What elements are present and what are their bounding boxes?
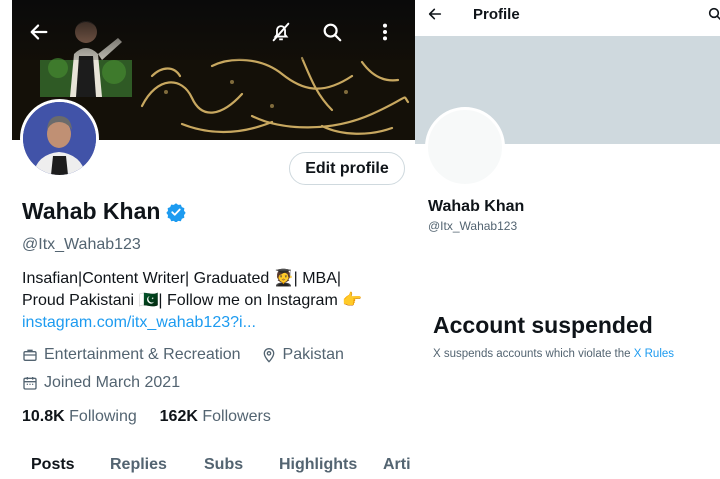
suspended-handle: @Itx_Wahab123	[428, 219, 518, 233]
follow-stats: 10.8K Following 162K Followers	[22, 408, 271, 426]
bio-line-2: Proud Pakistani 🇵🇰| Follow me on Instagr…	[22, 292, 363, 309]
tab-posts[interactable]: Posts	[31, 456, 75, 474]
verified-badge-icon	[166, 202, 187, 222]
suspended-title: Account suspended	[433, 312, 653, 338]
suspended-note-text: X suspends accounts which violate the	[433, 348, 631, 360]
suspended-profile-panel: Profile Wahab Khan @Itx_Wahab123 Account…	[415, 0, 720, 479]
notifications-off-button[interactable]	[266, 17, 296, 47]
screenshot-collage: Edit profile Wahab Khan @Itx_Wahab123 In…	[0, 0, 720, 479]
profile-category[interactable]: Entertainment & Recreation	[44, 346, 241, 364]
profile-handle: @Itx_Wahab123	[22, 236, 141, 253]
profile-location: Pakistan	[282, 346, 344, 363]
profile-joined: Joined March 2021	[44, 374, 181, 391]
vertical-ellipsis-icon	[382, 23, 388, 41]
active-profile-panel: Edit profile Wahab Khan @Itx_Wahab123 In…	[0, 0, 415, 479]
tab-replies[interactable]: Replies	[110, 456, 167, 474]
arrow-left-icon	[30, 24, 48, 40]
empty-avatar	[425, 107, 505, 187]
arrow-left-icon[interactable]	[427, 6, 443, 22]
edit-profile-button[interactable]: Edit profile	[289, 152, 405, 185]
back-button[interactable]	[24, 17, 54, 47]
briefcase-icon	[23, 349, 37, 361]
tab-articles[interactable]: Arti	[383, 456, 411, 474]
suspended-note: X suspends accounts which violate the X …	[433, 348, 674, 360]
search-button[interactable]	[317, 17, 347, 47]
header-title: Profile	[473, 6, 520, 23]
profile-joined-row: Joined March 2021	[22, 374, 180, 392]
followers-link[interactable]: 162K Followers	[160, 408, 271, 425]
avatar[interactable]	[20, 99, 99, 178]
tab-subs[interactable]: Subs	[204, 456, 243, 474]
followers-label: Followers	[202, 408, 271, 425]
bell-slash-icon	[272, 22, 290, 42]
profile-header-bar: Profile	[415, 0, 720, 36]
tab-highlights[interactable]: Highlights	[279, 456, 357, 474]
following-count: 10.8K	[22, 408, 65, 425]
more-options-button[interactable]	[370, 17, 400, 47]
following-label: Following	[69, 408, 137, 425]
search-icon[interactable]	[707, 6, 720, 22]
profile-name: Wahab Khan	[22, 198, 187, 225]
location-pin-icon	[263, 348, 274, 363]
bio-line-1: Insafian|Content Writer| Graduated 🧑‍🎓| …	[22, 270, 342, 287]
followers-count: 162K	[159, 408, 198, 425]
profile-bio: Insafian|Content Writer| Graduated 🧑‍🎓| …	[22, 268, 407, 334]
profile-meta-row: Entertainment & Recreation Pakistan	[22, 346, 344, 364]
display-name: Wahab Khan	[22, 198, 161, 224]
following-link[interactable]: 10.8K Following	[22, 408, 137, 425]
calendar-icon	[23, 377, 37, 390]
avatar-photo	[23, 102, 96, 175]
avatar-portrait	[23, 102, 96, 175]
bio-link[interactable]: instagram.com/itx_wahab123?i...	[22, 312, 407, 334]
suspended-display-name: Wahab Khan	[428, 198, 525, 215]
x-rules-link[interactable]: X Rules	[634, 348, 674, 360]
search-icon	[323, 23, 342, 42]
banner-top-gradient	[12, 0, 415, 60]
